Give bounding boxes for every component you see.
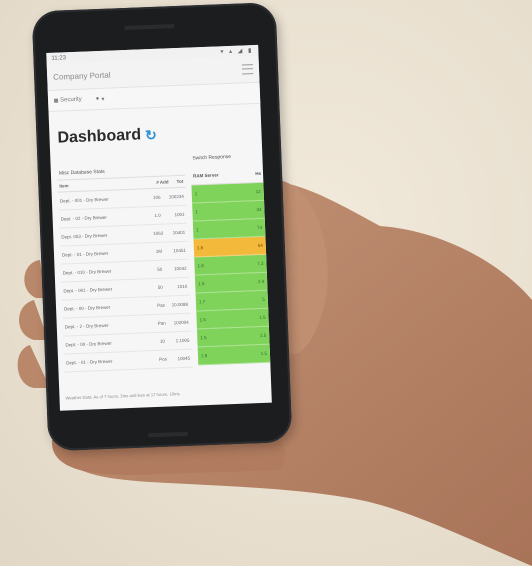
table-cell: 106	[153, 194, 161, 201]
dropdown-caret-icon: ▾	[101, 96, 105, 103]
table-cell: Dept. - 001 - Dry Brewer	[63, 286, 113, 294]
table-cell: 50	[157, 266, 163, 272]
status-cell-value: 1.9	[198, 281, 205, 287]
stats-table: Misc Database Stats Item # Add Tot Dept.…	[56, 162, 193, 373]
table-cell: 1062	[153, 230, 164, 237]
status-icons: ▾ ▴ ◢ ▮	[220, 48, 254, 56]
switch-response-table: Switch Response RAM Server Hs 1 12 1 34 1 74 1…	[190, 150, 271, 366]
status-cell-value: 1	[194, 191, 198, 197]
status-cell-value: 1.5	[259, 332, 267, 339]
table-cell: 1010	[177, 283, 188, 290]
app-title: Company Portal	[53, 70, 111, 82]
table-cell: 10045	[177, 355, 191, 362]
table-cell: Dept. - 02 - Dry Brewer	[60, 214, 107, 222]
status-cell-value: 1.5	[199, 317, 206, 323]
column-header: Tot	[176, 178, 184, 185]
column-header: # Add	[156, 179, 169, 185]
table-cell: 1001	[174, 211, 185, 218]
table-cell: 10.0089	[171, 301, 189, 308]
table-cell: Dept. - 010 - Dry Brewer	[62, 268, 112, 276]
table-cell: 10042	[174, 265, 187, 272]
status-cell-value: 1	[195, 209, 199, 215]
status-cell-value: 74	[257, 224, 263, 231]
smartphone: 11:23 ▾ ▴ ◢ ▮ Company Portal Security ● …	[31, 2, 293, 452]
status-time: 11:23	[51, 54, 67, 62]
table-cell: Dept. - 2 - Dry Brewer	[64, 322, 109, 330]
table-cell: Dept. - 00 - Dry Brewer	[64, 304, 111, 312]
table-row[interactable]: Dept. - 01 - Dry Brewer Pos 10045	[63, 349, 193, 373]
table-cell: 100234	[168, 193, 184, 200]
table-cell: 102004	[173, 319, 189, 326]
status-cell-value: 1.8	[200, 353, 208, 359]
status-cell-value: 34	[256, 206, 262, 213]
status-cell-value: 1.5	[200, 335, 207, 341]
status-cell[interactable]: 1.8 1.5	[197, 344, 271, 366]
table-cell: Dept. 003 - Dry Brewer	[61, 232, 108, 240]
status-cell-value: 1.7	[198, 299, 206, 305]
table-cell: 1.1005	[175, 337, 190, 344]
security-tab[interactable]: Security	[54, 97, 82, 104]
table-cell: 1.0	[154, 212, 161, 218]
status-cell-value: 5	[262, 296, 265, 302]
table-cell: Dept. - 001 - Dry Brewer	[59, 196, 109, 204]
column-header: Hs	[255, 170, 262, 177]
phone-speaker	[124, 24, 175, 30]
footer-note: Weather Data: As of 7 hours, 2ms and les…	[65, 391, 180, 401]
table-cell: Dept. - 01 - Dry Brewer	[66, 358, 113, 366]
column-header: Item	[59, 183, 69, 189]
status-cell-value: 7.3	[257, 260, 264, 267]
status-cell-value: 1.5	[260, 350, 268, 356]
status-cell-value: 1.8	[196, 245, 204, 251]
phone-screen: 11:23 ▾ ▴ ◢ ▮ Company Portal Security ● …	[46, 44, 272, 411]
table-cell: 50	[157, 284, 163, 290]
table-cell: 10401	[172, 229, 186, 236]
table-cell: Dept. - 00 - Dry Brewer	[65, 340, 112, 348]
table-cell: Dept. - 01 - Dry Brewer	[61, 250, 109, 258]
dashboard-tables: Misc Database Stats Item # Add Tot Dept.…	[50, 150, 272, 411]
status-cell-value: 54	[257, 242, 263, 249]
table-cell: Pan	[157, 320, 166, 326]
menu-icon[interactable]	[241, 64, 254, 75]
status-cell-value: 1.5	[259, 314, 266, 321]
column-header: RAM Server	[192, 172, 219, 179]
security-tab-label: Security	[59, 96, 82, 104]
table-cell: 10	[159, 338, 166, 344]
status-cell-value: 1	[196, 227, 199, 233]
table-cell: Pos	[159, 356, 168, 362]
user-dropdown[interactable]: ● ▾	[96, 95, 105, 102]
page-title: Dashboard	[57, 126, 142, 147]
table-cell: Pas	[157, 302, 165, 308]
table-cell: 10451	[173, 247, 187, 254]
refresh-icon[interactable]: ↻	[145, 126, 157, 143]
table-cell: 1M	[155, 248, 163, 254]
user-icon: ●	[95, 96, 100, 103]
dashboard-header: Dashboard ↻	[49, 104, 263, 158]
grid-icon	[54, 98, 59, 103]
status-cell-value: 2.4	[257, 278, 265, 285]
status-cell-value: 12	[255, 188, 261, 195]
phone-bottom-bezel	[147, 431, 189, 438]
status-cell-value: 1.8	[197, 263, 204, 269]
